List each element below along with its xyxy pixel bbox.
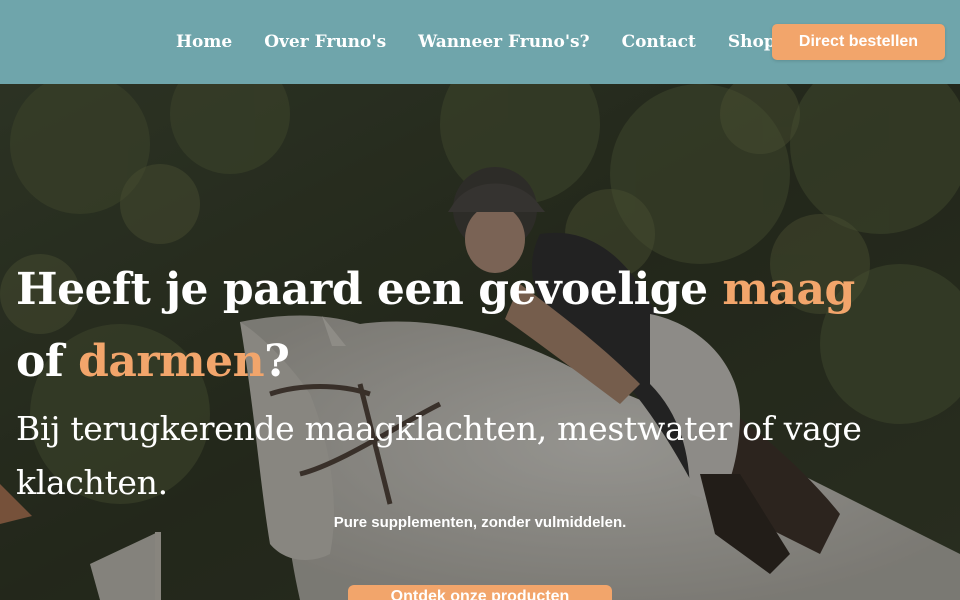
hero-subheadline: Bij terugkerende maagklachten, mestwater… — [16, 409, 862, 502]
headline-text-2: of — [16, 336, 79, 387]
hero-tagline: Pure supplementen, zonder vulmiddelen. — [333, 514, 627, 531]
site-header: Home Over Fruno's Wanneer Fruno's? Conta… — [0, 0, 960, 84]
nav-link-home[interactable]: Home — [176, 30, 232, 54]
hero-cta-button[interactable]: Ontdek onze producten — [348, 585, 612, 600]
nav-link-contact[interactable]: Contact — [622, 30, 696, 54]
nav-link-over-frunos[interactable]: Over Fruno's — [264, 30, 386, 54]
headline-accent-darmen: darmen — [78, 336, 265, 387]
direct-bestellen-button[interactable]: Direct bestellen — [772, 24, 945, 60]
headline-accent-maag: maag — [722, 264, 855, 315]
nav-link-shop[interactable]: Shop — [728, 30, 776, 54]
headline-text-1: Heeft je paard een gevoelige — [16, 264, 723, 315]
nav-link-wanneer-frunos[interactable]: Wanneer Fruno's? — [418, 30, 589, 54]
hero-headline: Heeft je paard een gevoelige maag of dar… — [16, 254, 916, 398]
headline-text-3: ? — [264, 336, 290, 387]
hero-section: Heeft je paard een gevoelige maag of dar… — [0, 84, 960, 600]
main-nav: Home Over Fruno's Wanneer Fruno's? Conta… — [176, 30, 776, 54]
